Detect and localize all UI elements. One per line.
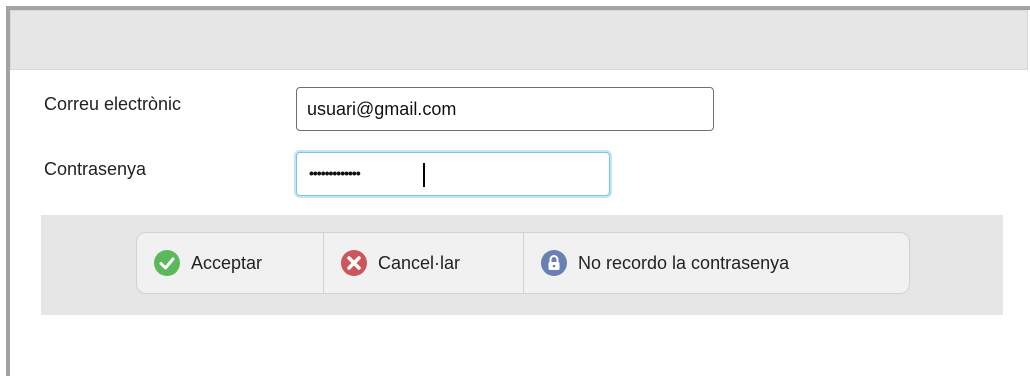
password-field[interactable]: ••••••••••••• xyxy=(296,152,610,196)
password-label: Contrasenya xyxy=(44,159,147,179)
accept-label: Acceptar xyxy=(191,252,263,273)
email-field[interactable] xyxy=(296,87,714,131)
forgot-password-button[interactable]: No recordo la contrasenya xyxy=(523,233,909,293)
accept-button[interactable]: Acceptar xyxy=(137,233,323,293)
check-circle-icon xyxy=(153,249,181,277)
email-label: Correu electrònic xyxy=(44,94,182,114)
text-caret xyxy=(423,163,425,187)
cancel-label: Cancel·lar xyxy=(378,252,461,273)
cancel-button[interactable]: Cancel·lar xyxy=(323,233,523,293)
button-group: Acceptar Cancel·lar No recordo la contra… xyxy=(136,232,910,294)
header-bar xyxy=(10,10,1028,70)
lock-icon xyxy=(540,249,568,277)
password-mask: ••••••••••••• xyxy=(309,165,361,181)
forgot-password-label: No recordo la contrasenya xyxy=(578,252,790,273)
x-circle-icon xyxy=(340,249,368,277)
